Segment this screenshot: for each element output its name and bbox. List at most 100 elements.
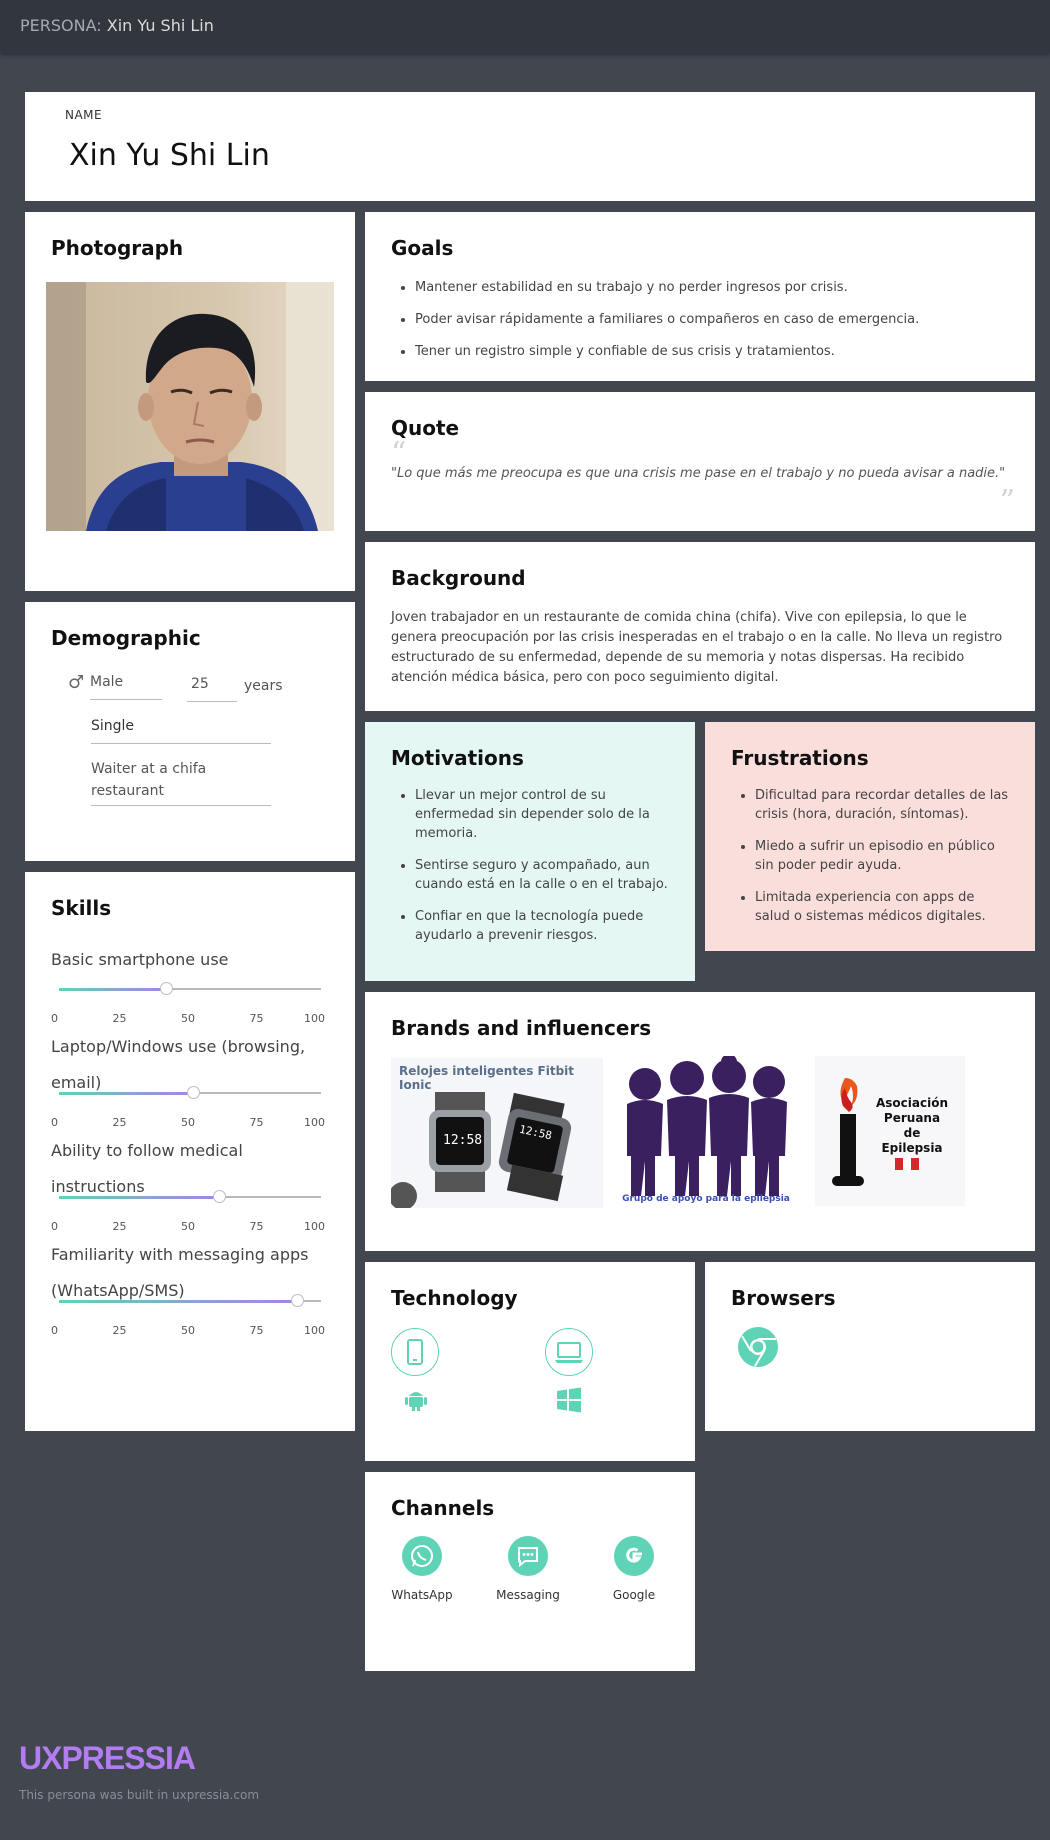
skill-slider-handle[interactable] xyxy=(186,1086,200,1099)
name-label: NAME xyxy=(65,108,103,122)
skill-scale-tick: 25 xyxy=(112,1116,127,1129)
fitbit-brand-image[interactable]: Relojes inteligentes Fitbit Ionic 12:58 … xyxy=(391,1058,603,1208)
browsers-title: Browsers xyxy=(731,1286,836,1310)
skill-scale-tick: 50 xyxy=(181,1220,195,1233)
skills-title: Skills xyxy=(51,896,112,920)
skill-slider-handle[interactable] xyxy=(212,1190,226,1203)
technology-card: Technology xyxy=(365,1262,695,1461)
channel-label: WhatsApp xyxy=(391,1588,453,1602)
skill-slider-fill xyxy=(59,1196,219,1199)
status-field[interactable]: Single xyxy=(91,718,271,744)
frustrations-card: Frustrations Dificultad para recordar de… xyxy=(705,722,1035,951)
smartphone-icon xyxy=(391,1328,439,1376)
epilepsy-association-image[interactable]: Asociación Peruana de Epilepsia xyxy=(815,1056,965,1206)
skill-slider[interactable] xyxy=(59,1190,321,1203)
support-group-image[interactable]: Grupo de apoyo para la epilepsia xyxy=(615,1054,797,1208)
skill-scale-tick: 100 xyxy=(304,1012,325,1025)
skill-scale-tick: 100 xyxy=(304,1116,325,1129)
channel-messaging[interactable]: Messaging xyxy=(478,1536,578,1602)
channels-title: Channels xyxy=(391,1496,495,1520)
association-line: Epilepsia xyxy=(881,1141,943,1155)
goal-item: Tener un registro simple y confiable de … xyxy=(415,342,1011,361)
skill-scale-tick: 0 xyxy=(51,1324,58,1337)
whatsapp-icon xyxy=(402,1536,442,1576)
skill-scale-tick: 100 xyxy=(304,1324,325,1337)
motivations-list: Llevar un mejor control de su enfermedad… xyxy=(415,786,671,958)
skill-scale-tick: 75 xyxy=(249,1116,264,1129)
windows-icon xyxy=(555,1386,583,1418)
skill-scale-tick: 50 xyxy=(181,1012,195,1025)
name-value[interactable]: Xin Yu Shi Lin xyxy=(69,138,270,173)
motivation-item: Llevar un mejor control de su enfermedad… xyxy=(415,786,671,843)
goals-title: Goals xyxy=(391,236,454,260)
skill-slider-fill xyxy=(59,1092,193,1095)
brands-title: Brands and influencers xyxy=(391,1016,652,1040)
skill-scale-tick: 100 xyxy=(304,1220,325,1233)
goals-card: Goals Mantener estabilidad en su trabajo… xyxy=(365,212,1035,381)
messaging-icon xyxy=(508,1536,548,1576)
skill-scale-tick: 75 xyxy=(249,1012,264,1025)
channel-whatsapp[interactable]: WhatsApp xyxy=(372,1536,472,1602)
skill-scale-tick: 50 xyxy=(181,1116,195,1129)
gender-field[interactable]: Male xyxy=(90,674,162,700)
photograph-title: Photograph xyxy=(51,236,184,260)
uxpressia-logo[interactable]: UXPRESSIA xyxy=(19,1740,196,1777)
age-unit: years xyxy=(244,678,283,694)
skill-scale-tick: 50 xyxy=(181,1324,195,1337)
association-name: Asociación Peruana de Epilepsia xyxy=(863,1096,961,1156)
google-icon xyxy=(614,1536,654,1576)
frustrations-title: Frustrations xyxy=(731,746,869,770)
photograph-card: Photograph xyxy=(25,212,355,591)
demographic-card: Demographic ♂ Male 25 years Single Waite… xyxy=(25,602,355,861)
goal-item: Poder avisar rápidamente a familiares o … xyxy=(415,310,1011,329)
background-text: Joven trabajador en un restaurante de co… xyxy=(391,610,1003,685)
watch-time-1: 12:58 xyxy=(443,1133,483,1148)
brands-card: Brands and influencers Relojes inteligen… xyxy=(365,992,1035,1251)
skill-label: Ability to follow medical instructions xyxy=(51,1141,243,1196)
background-card: Background Joven trabajador en un restau… xyxy=(365,542,1035,711)
skill-label: Laptop/Windows use (browsing, email) xyxy=(51,1037,306,1092)
skill-scale-tick: 0 xyxy=(51,1220,58,1233)
quote-card: Quote “ "Lo que más me preocupa es que u… xyxy=(365,392,1035,531)
skill-slider[interactable] xyxy=(59,982,321,995)
motivations-title: Motivations xyxy=(391,746,524,770)
skill-slider-handle[interactable] xyxy=(160,982,174,995)
skill-slider-fill xyxy=(59,988,167,991)
channel-label: Messaging xyxy=(496,1588,560,1602)
motivation-item: Sentirse seguro y acompañado, aun cuando… xyxy=(415,856,671,894)
persona-photo[interactable] xyxy=(46,282,334,531)
laptop-icon xyxy=(545,1328,593,1376)
skill-label: Basic smartphone use xyxy=(51,950,229,969)
top-bar: PERSONA: Xin Yu Shi Lin xyxy=(0,0,1050,53)
motivations-card: Motivations Llevar un mejor control de s… xyxy=(365,722,695,981)
skill-scale-tick: 0 xyxy=(51,1012,58,1025)
skill-scale-tick: 75 xyxy=(249,1220,264,1233)
skill-slider[interactable] xyxy=(59,1294,321,1307)
association-line: Asociación xyxy=(875,1096,948,1110)
male-symbol-icon: ♂ xyxy=(68,672,85,693)
demographic-title: Demographic xyxy=(51,626,201,650)
channel-label: Google xyxy=(612,1588,656,1602)
skill-scale-tick: 75 xyxy=(249,1324,264,1337)
motivation-item: Confiar en que la tecnología puede ayuda… xyxy=(415,907,671,945)
skill-scale-tick: 0 xyxy=(51,1116,58,1129)
channel-google[interactable]: Google xyxy=(584,1536,684,1602)
browsers-card: Browsers xyxy=(705,1262,1035,1431)
name-card: NAME Xin Yu Shi Lin xyxy=(25,92,1035,201)
goal-item: Mantener estabilidad en su trabajo y no … xyxy=(415,278,1011,297)
age-field[interactable]: 25 xyxy=(187,676,237,702)
frustrations-list: Dificultad para recordar detalles de las… xyxy=(755,786,1011,939)
persona-header-name: Xin Yu Shi Lin xyxy=(106,16,214,35)
android-icon xyxy=(403,1386,429,1416)
skill-scale-tick: 25 xyxy=(112,1324,127,1337)
skill-slider[interactable] xyxy=(59,1086,321,1099)
frustration-item: Dificultad para recordar detalles de las… xyxy=(755,786,1011,824)
background-title: Background xyxy=(391,566,526,590)
skill-scale-tick: 25 xyxy=(112,1220,127,1233)
persona-title: PERSONA: Xin Yu Shi Lin xyxy=(20,16,214,35)
technology-title: Technology xyxy=(391,1286,518,1310)
channels-card: Channels WhatsApp Messaging Google xyxy=(365,1472,695,1671)
persona-prefix: PERSONA: xyxy=(20,16,102,35)
association-line: de xyxy=(903,1126,921,1140)
occupation-field[interactable]: Waiter at a chifa restaurant xyxy=(91,758,271,806)
